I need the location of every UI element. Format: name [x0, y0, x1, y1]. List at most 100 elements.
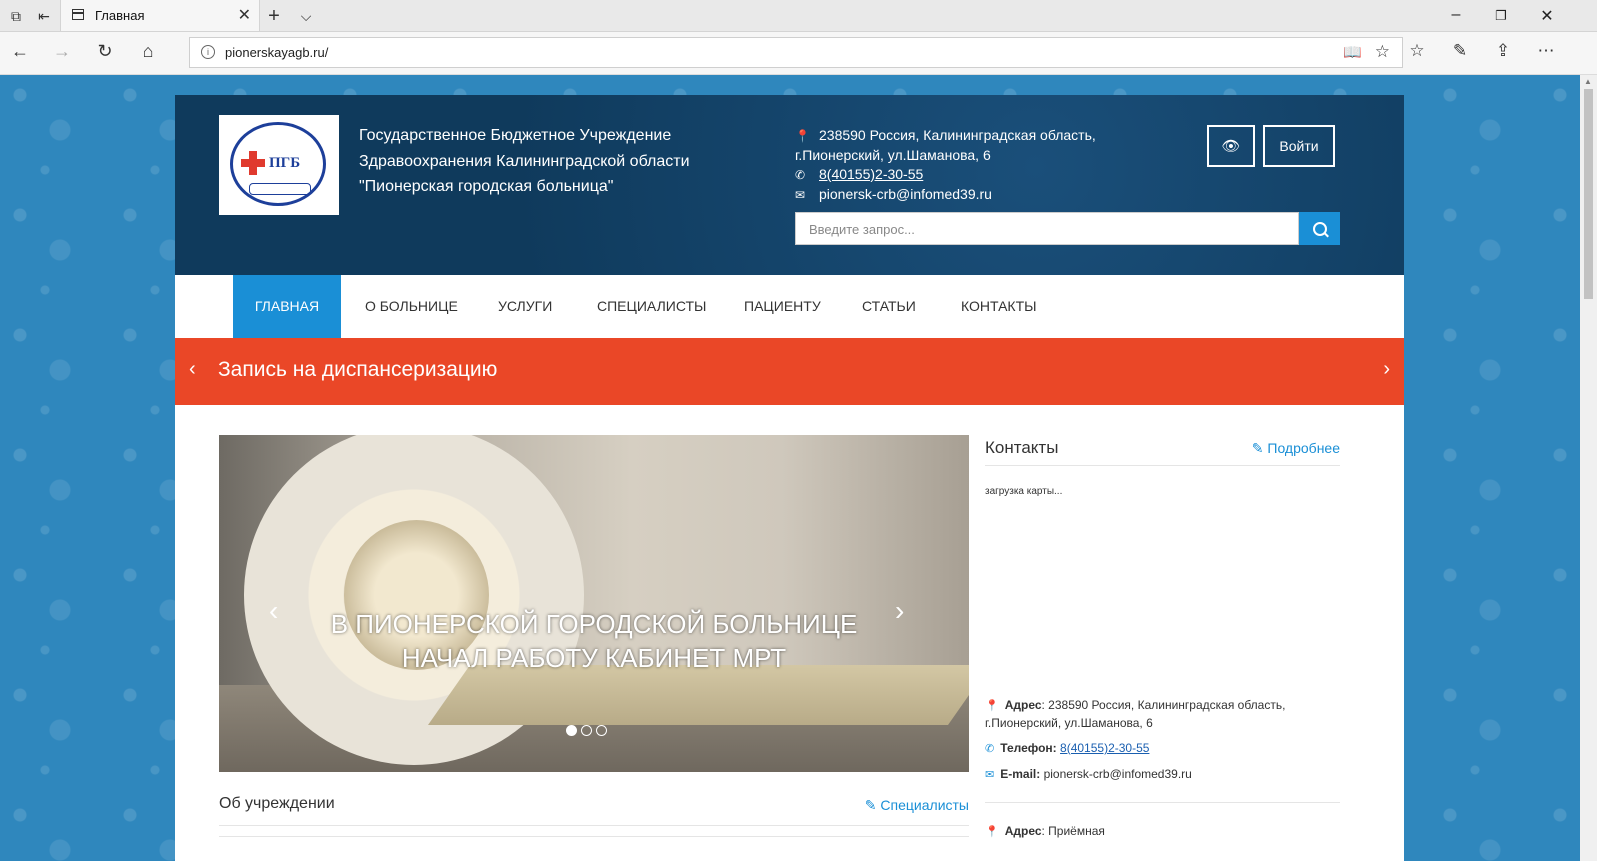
contact-email: ✉ E-mail: pionersk-crb@infomed39.ru [985, 766, 1340, 784]
login-button[interactable]: Войти [1263, 125, 1335, 167]
hospital-logo[interactable]: ПГБ [219, 115, 339, 215]
more-icon[interactable]: ⋯ [1534, 41, 1558, 61]
home-icon[interactable]: ⌂ [136, 41, 160, 62]
page-icon [72, 9, 84, 20]
email-label: E-mail: [1000, 767, 1041, 781]
phone-label: Телефон: [1000, 741, 1057, 755]
slider-dot[interactable] [566, 725, 577, 736]
banner-text[interactable]: Запись на диспансеризацию [218, 358, 497, 382]
logo-ribbon [249, 183, 311, 195]
slider-next-icon[interactable]: › [895, 595, 904, 627]
map-loading-text: загрузка карты... [985, 486, 1063, 497]
contact-address: 📍 Адрес: 238590 Россия, Калининградская о… [985, 697, 1340, 732]
address-label: Адрес [1004, 698, 1042, 712]
browser-tab-bar: ⧉ ⇤ Главная ✕ + ⌵ – ❐ ✕ [0, 0, 1597, 32]
menu-item-about[interactable]: О больнице [365, 275, 458, 338]
search-icon [1312, 221, 1327, 236]
slide-caption[interactable]: В Пионерской городской больнице начал ра… [329, 607, 859, 675]
page-scrollbar[interactable]: ▲ [1580, 75, 1597, 861]
about-section-header: Об учреждении ✎ Специалисты [219, 795, 969, 826]
forward-icon[interactable]: → [50, 41, 74, 62]
info-icon[interactable]: i [201, 45, 215, 59]
menu-item-contacts[interactable]: Контакты [961, 275, 1037, 338]
announcement-banner: ‹ Запись на диспансеризацию › [175, 338, 1404, 405]
news-slider: В Пионерской городской больнице начал ра… [219, 435, 969, 772]
search-input[interactable]: Введите запрос... [795, 212, 1299, 245]
scrollbar-thumb[interactable] [1584, 89, 1593, 299]
divider [219, 836, 969, 837]
browser-tab[interactable]: Главная ✕ [60, 0, 260, 31]
site-container: ПГБ Государственное Бюджетное Учреждение… [175, 95, 1404, 861]
refresh-icon[interactable]: ↻ [93, 41, 117, 62]
page-viewport: ПГБ Государственное Бюджетное Учреждение… [0, 75, 1580, 861]
back-icon[interactable]: ← [8, 41, 32, 62]
notes-pen-icon[interactable]: ✎ [1448, 41, 1472, 61]
menu-item-services[interactable]: Услуги [498, 275, 552, 338]
link-icon: ✎ [864, 797, 881, 813]
slider-dot[interactable] [581, 725, 592, 736]
specialists-link-label: Специалисты [880, 797, 969, 813]
site-header: ПГБ Государственное Бюджетное Учреждение… [175, 95, 1404, 275]
search-placeholder: Введите запрос... [809, 222, 915, 237]
accessibility-eye-button[interactable]: 👁 [1207, 125, 1255, 167]
email-text: pionersk-crb@infomed39.ru [1043, 767, 1192, 781]
share-icon[interactable]: ⇪ [1491, 41, 1515, 61]
header-contacts: 📍 238590 Россия, Калининградская область… [795, 126, 1096, 205]
menu-item-home[interactable]: Главная [233, 275, 341, 338]
minimize-icon[interactable]: – [1446, 6, 1466, 24]
more-link-label: Подробнее [1267, 440, 1340, 456]
close-tab-icon[interactable]: ✕ [238, 5, 251, 25]
org-name: Государственное Бюджетное Учреждение Здр… [359, 123, 690, 200]
address-line: 238590 Россия, Калининградская область, [819, 127, 1096, 143]
address-bar: ← → ↻ ⌂ i pionerskayagb.ru/ 📖 ☆ ☆ ✎ ⇪ ⋯ [0, 32, 1597, 75]
link-icon: ✎ [1251, 440, 1268, 456]
menu-item-articles[interactable]: Статьи [862, 275, 916, 338]
map-pin-icon: 📍 [985, 700, 999, 712]
phone-link[interactable]: 8(40155)2-30-55 [819, 165, 923, 184]
contact-phone: ✆ Телефон: 8(40155)2-30-55 [985, 740, 1340, 758]
menu-item-patients[interactable]: Пациенту [744, 275, 821, 338]
url-field[interactable]: i pionerskayagb.ru/ 📖 ☆ [189, 37, 1403, 68]
logo-text: ПГБ [269, 155, 301, 171]
new-tab-icon[interactable]: + [262, 5, 286, 27]
chevron-left-icon[interactable]: ‹ [189, 358, 196, 381]
search-button[interactable] [1299, 212, 1340, 245]
slider-dot[interactable] [596, 725, 607, 736]
phone-icon: ✆ [795, 168, 806, 182]
favorite-star-icon[interactable]: ☆ [1375, 42, 1390, 62]
org-name-line: Здравоохранения Калининградской области [359, 152, 690, 170]
favorites-icon[interactable]: ☆ [1405, 41, 1429, 61]
address-line: г.Пионерский, ул.Шаманова, 6 [795, 147, 991, 163]
map-pin-icon: 📍 [985, 826, 999, 838]
close-window-icon[interactable]: ✕ [1537, 6, 1557, 26]
tab-actions-icon[interactable]: ⧉ [4, 5, 28, 27]
specialists-link[interactable]: ✎ Специалисты [865, 797, 969, 814]
envelope-icon: ✉ [985, 769, 995, 781]
scroll-up-icon[interactable]: ▲ [1584, 77, 1592, 86]
reading-view-icon[interactable]: 📖 [1343, 43, 1362, 61]
divider [985, 802, 1340, 803]
url-text: pionerskayagb.ru/ [225, 45, 329, 60]
slider-prev-icon[interactable]: ‹ [269, 595, 278, 627]
address-value: : 238590 Россия, Калининградская область… [1041, 698, 1286, 712]
main-menu: Главная О больнице Услуги Специалисты Па… [175, 275, 1404, 338]
phone-link[interactable]: 8(40155)2-30-55 [1060, 741, 1149, 755]
more-link[interactable]: ✎ Подробнее [1252, 440, 1340, 457]
org-name-line: Государственное Бюджетное Учреждение [359, 127, 672, 144]
restore-icon[interactable]: ❐ [1491, 8, 1511, 24]
email-text: pionersk-crb@infomed39.ru [819, 186, 992, 202]
about-title: Об учреждении [219, 795, 335, 812]
tab-title: Главная [95, 8, 145, 23]
tab-aside-icon[interactable]: ⇤ [32, 5, 56, 27]
contacts-title: Контакты [985, 438, 1059, 457]
menu-item-specialists[interactable]: Специалисты [597, 275, 706, 338]
chevron-right-icon[interactable]: › [1383, 358, 1390, 381]
phone-row: ✆ 8(40155)2-30-55 [795, 165, 1096, 185]
address-label: Адрес [1004, 824, 1042, 838]
address-value: г.Пионерский, ул.Шаманова, 6 [985, 716, 1153, 730]
chevron-down-icon[interactable]: ⌵ [294, 5, 318, 27]
address-row: 📍 238590 Россия, Калининградская область… [795, 126, 1096, 146]
slider-dots [566, 723, 611, 741]
eye-icon: 👁 [1221, 138, 1241, 155]
divider [985, 465, 1340, 466]
